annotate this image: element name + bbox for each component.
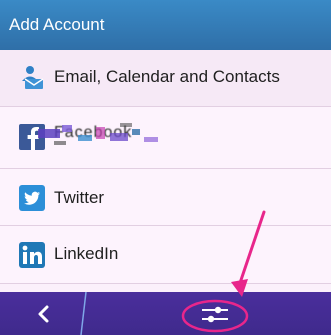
account-item-email[interactable]: Email, Calendar and Contacts (0, 50, 331, 107)
settings-button[interactable] (196, 300, 234, 328)
account-item-label: Twitter (54, 188, 105, 207)
chevron-left-icon (38, 305, 49, 323)
page-title: Add Account (9, 15, 105, 34)
sliders-icon (202, 306, 228, 323)
twitter-icon (19, 185, 45, 211)
account-item-linkedin[interactable]: LinkedIn (0, 226, 331, 284)
account-item-facebook[interactable]: Facebook (0, 107, 331, 169)
account-item-label: LinkedIn (54, 244, 119, 263)
back-button[interactable] (30, 300, 58, 328)
title-bar: Add Account (0, 0, 331, 50)
linkedin-icon (19, 242, 45, 268)
account-item-label: Email, Calendar and Contacts (54, 67, 280, 86)
distortion-overlay (38, 123, 158, 145)
account-item-twitter[interactable]: Twitter (0, 169, 331, 226)
bottom-action-bar (0, 292, 331, 335)
account-list: Email, Calendar and Contacts Facebook Tw… (0, 50, 331, 284)
person-mail-icon (19, 64, 45, 90)
divider (80, 292, 87, 335)
